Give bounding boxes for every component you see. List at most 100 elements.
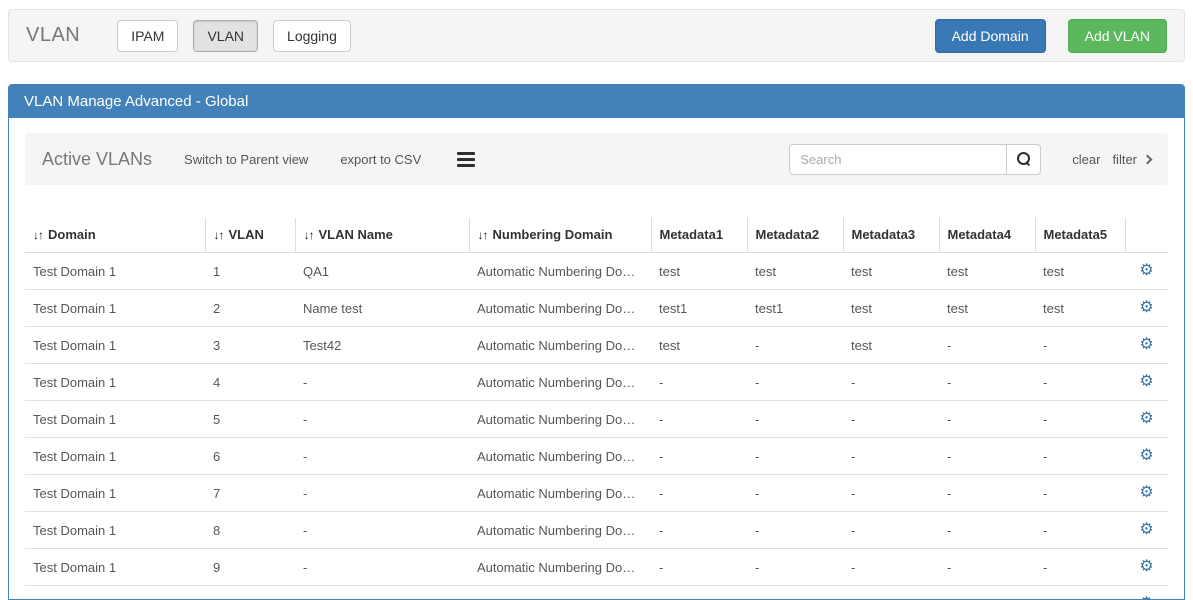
table-cell: -	[843, 438, 939, 475]
table-cell: -	[295, 438, 469, 475]
row-settings-gear-icon[interactable]: ⚙	[1139, 374, 1153, 390]
table-cell: Automatic Numbering Doma…	[469, 586, 651, 600]
search-input[interactable]	[789, 144, 1007, 175]
column-header-domain[interactable]: ↓↑Domain	[25, 218, 205, 253]
table-row[interactable]: Test Domain 12Name testAutomatic Numberi…	[25, 290, 1168, 327]
table-cell: test1	[747, 290, 843, 327]
table-cell: -	[843, 401, 939, 438]
table-cell: Test Domain 1	[25, 512, 205, 549]
table-body: Test Domain 11QA1Automatic Numbering Dom…	[25, 253, 1168, 600]
row-actions-cell: ⚙	[1125, 512, 1168, 549]
table-cell: Automatic Numbering Doma…	[469, 475, 651, 512]
table-row[interactable]: Test Domain 16-Automatic Numbering Doma……	[25, 438, 1168, 475]
table-header-row: ↓↑Domain↓↑VLAN↓↑VLAN Name↓↑Numbering Dom…	[25, 218, 1168, 253]
table-row[interactable]: Test Domain 11QA1Automatic Numbering Dom…	[25, 253, 1168, 290]
table-cell: 4	[205, 364, 295, 401]
row-settings-gear-icon[interactable]: ⚙	[1139, 263, 1153, 279]
table-cell: -	[1035, 549, 1125, 586]
table-cell: Automatic Numbering Doma…	[469, 401, 651, 438]
table-cell: -	[843, 549, 939, 586]
tab-ipam[interactable]: IPAM	[117, 20, 178, 52]
table-cell: test1	[651, 290, 747, 327]
table-cell: -	[651, 401, 747, 438]
sort-icon: ↓↑	[478, 228, 488, 242]
table-cell: -	[747, 364, 843, 401]
table-cell: -	[747, 438, 843, 475]
table-cell: test	[651, 327, 747, 364]
table-cell: -	[295, 586, 469, 600]
table-cell: -	[843, 586, 939, 600]
column-header-numbering-domain[interactable]: ↓↑Numbering Domain	[469, 218, 651, 253]
row-settings-gear-icon[interactable]: ⚙	[1139, 300, 1153, 316]
table-cell: test	[1035, 253, 1125, 290]
table-cell: -	[747, 401, 843, 438]
table-cell: Name test	[295, 290, 469, 327]
row-settings-gear-icon[interactable]: ⚙	[1139, 337, 1153, 353]
column-header-vlan-name[interactable]: ↓↑VLAN Name	[295, 218, 469, 253]
column-header-vlan[interactable]: ↓↑VLAN	[205, 218, 295, 253]
table-row[interactable]: Test Domain 15-Automatic Numbering Doma……	[25, 401, 1168, 438]
clear-link[interactable]: clear	[1072, 152, 1100, 167]
table-cell: -	[747, 512, 843, 549]
table-cell: test	[843, 327, 939, 364]
table-row[interactable]: Test Domain 19-Automatic Numbering Doma……	[25, 549, 1168, 586]
vlan-manage-panel: VLAN Manage Advanced - Global Active VLA…	[8, 84, 1185, 600]
table-cell: 6	[205, 438, 295, 475]
column-label: Metadata5	[1044, 227, 1108, 242]
table-cell: 10	[205, 586, 295, 600]
table-cell: test	[939, 290, 1035, 327]
add-vlan-button[interactable]: Add VLAN	[1068, 19, 1167, 53]
row-actions-cell: ⚙	[1125, 401, 1168, 438]
table-row[interactable]: Test Domain 17-Automatic Numbering Doma……	[25, 475, 1168, 512]
table-cell: Automatic Numbering Doma…	[469, 327, 651, 364]
export-csv-link[interactable]: export to CSV	[340, 152, 421, 167]
table-row[interactable]: Test Domain 18-Automatic Numbering Doma……	[25, 512, 1168, 549]
table-cell: -	[747, 475, 843, 512]
table-cell: Test Domain 1	[25, 327, 205, 364]
row-settings-gear-icon[interactable]: ⚙	[1139, 448, 1153, 464]
row-settings-gear-icon[interactable]: ⚙	[1139, 559, 1153, 575]
column-header-metadata1: Metadata1	[651, 218, 747, 253]
tab-logging[interactable]: Logging	[273, 20, 351, 52]
add-domain-button[interactable]: Add Domain	[935, 19, 1046, 53]
row-actions-cell: ⚙	[1125, 586, 1168, 600]
row-settings-gear-icon[interactable]: ⚙	[1139, 596, 1153, 600]
table-cell: -	[295, 401, 469, 438]
column-label: Metadata1	[660, 227, 724, 242]
table-cell: test	[843, 253, 939, 290]
table-cell: Automatic Numbering Doma…	[469, 290, 651, 327]
search-button[interactable]	[1007, 144, 1041, 175]
table-cell: -	[295, 512, 469, 549]
row-actions-cell: ⚙	[1125, 290, 1168, 327]
table-cell: -	[651, 586, 747, 600]
column-header-metadata3: Metadata3	[843, 218, 939, 253]
sort-icon: ↓↑	[214, 228, 224, 242]
table-cell: 3	[205, 327, 295, 364]
table-cell: 9	[205, 549, 295, 586]
table-cell: -	[843, 475, 939, 512]
table-cell: Test Domain 1	[25, 364, 205, 401]
table-row[interactable]: Test Domain 13Test42Automatic Numbering …	[25, 327, 1168, 364]
column-label: Metadata2	[756, 227, 820, 242]
table-cell: -	[295, 364, 469, 401]
table-cell: test	[1035, 290, 1125, 327]
table-cell: Automatic Numbering Doma…	[469, 364, 651, 401]
row-settings-gear-icon[interactable]: ⚙	[1139, 411, 1153, 427]
table-cell: Test Domain 1	[25, 290, 205, 327]
column-header-metadata5: Metadata5	[1035, 218, 1125, 253]
table-cell: -	[1035, 327, 1125, 364]
table-row[interactable]: Test Domain 14-Automatic Numbering Doma……	[25, 364, 1168, 401]
row-settings-gear-icon[interactable]: ⚙	[1139, 522, 1153, 538]
tab-vlan[interactable]: VLAN	[193, 20, 258, 52]
table-cell: -	[1035, 512, 1125, 549]
table-cell: -	[939, 364, 1035, 401]
panel-header-title: VLAN Manage Advanced - Global	[9, 85, 1184, 118]
table-cell: 7	[205, 475, 295, 512]
table-cell: -	[939, 475, 1035, 512]
table-cell: -	[651, 512, 747, 549]
row-settings-gear-icon[interactable]: ⚙	[1139, 485, 1153, 501]
table-row[interactable]: Test Domain 110-Automatic Numbering Doma…	[25, 586, 1168, 600]
switch-parent-view-link[interactable]: Switch to Parent view	[184, 152, 308, 167]
filter-link[interactable]: filter	[1112, 152, 1151, 167]
menu-hamburger-icon[interactable]	[457, 149, 475, 170]
